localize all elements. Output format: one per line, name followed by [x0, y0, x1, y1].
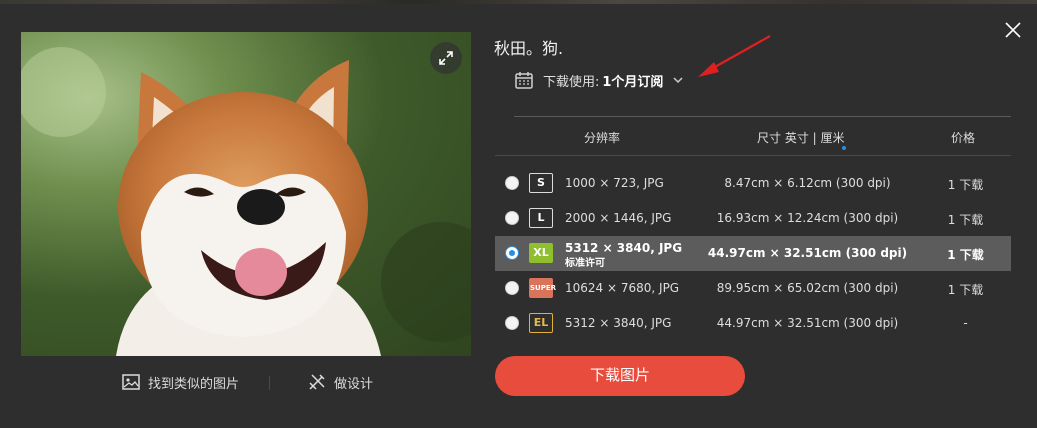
image-title: 秋田。狗.	[494, 39, 564, 58]
price-text: 1 下载	[947, 213, 984, 227]
photo-actions: 找到类似的图片 做设计	[21, 368, 471, 398]
size-badge: EL	[529, 313, 553, 333]
preview-photo	[21, 32, 471, 356]
license-label: 下载使用:	[543, 74, 600, 90]
radio-button[interactable]	[505, 211, 519, 225]
expand-arrows-icon	[439, 51, 453, 65]
unit-indicator	[842, 146, 846, 150]
radio-button[interactable]	[505, 316, 519, 330]
resolution-text: 2000 × 1446, JPG	[565, 211, 672, 225]
divider-header	[495, 155, 1011, 156]
price-text: 1 下载	[947, 248, 984, 262]
top-strip	[0, 0, 1037, 4]
download-image-button[interactable]: 下载图片	[495, 356, 745, 396]
size-options: S 1000 × 723, JPG 8.47cm × 6.12cm (300 d…	[495, 166, 1011, 341]
license-value: 1个月订阅	[602, 74, 664, 90]
design-button[interactable]: 做设计	[307, 372, 373, 392]
design-label: 做设计	[334, 376, 374, 392]
header-price: 价格	[951, 131, 976, 145]
resolution-text: 1000 × 723, JPG	[565, 176, 664, 190]
size-option-l[interactable]: L 2000 × 1446, JPG 16.93cm × 12.24cm (30…	[495, 201, 1011, 236]
dimensions-text: 16.93cm × 12.24cm (300 dpi)	[716, 211, 899, 225]
dimensions-text: 44.97cm × 32.51cm (300 dpi)	[716, 316, 899, 330]
size-option-super[interactable]: SUPER 10624 × 7680, JPG 89.95cm × 65.02c…	[495, 271, 1011, 306]
size-badge: L	[529, 208, 553, 228]
dog-illustration	[21, 47, 471, 356]
radio-button[interactable]	[505, 176, 519, 190]
resolution-text: 5312 × 3840, JPG	[565, 316, 672, 330]
find-similar-button[interactable]: 找到类似的图片	[121, 372, 239, 392]
radio-button-selected[interactable]	[505, 246, 519, 260]
size-badge: XL	[529, 243, 553, 263]
dimensions-text: 44.97cm × 32.51cm (300 dpi)	[707, 246, 908, 260]
dimensions-text: 8.47cm × 6.12cm (300 dpi)	[724, 176, 891, 190]
brush-ruler-icon	[309, 374, 325, 390]
table-header: 分辨率 尺寸 英寸 | 厘米 价格	[495, 118, 1011, 156]
header-resolution: 分辨率	[584, 131, 621, 145]
close-button[interactable]	[1001, 18, 1025, 42]
close-x-icon	[1005, 22, 1021, 38]
action-divider	[269, 376, 270, 390]
header-size[interactable]: 尺寸 英寸 | 厘米	[757, 129, 845, 146]
license-selector[interactable]: 下载使用: 1个月订阅	[514, 70, 684, 90]
price-text: 1 下载	[947, 283, 984, 297]
size-badge: S	[529, 173, 553, 193]
price-text: -	[963, 316, 968, 330]
annotation-arrow-icon	[698, 35, 771, 77]
size-option-xl[interactable]: XL 5312 × 3840, JPG 标准许可 44.97cm × 32.51…	[495, 236, 1011, 271]
calendar-icon	[515, 72, 533, 89]
find-similar-label: 找到类似的图片	[148, 376, 240, 392]
expand-button[interactable]	[430, 42, 462, 74]
resolution-text: 5312 × 3840, JPG	[565, 241, 683, 255]
radio-button[interactable]	[505, 281, 519, 295]
size-badge: SUPER	[529, 278, 556, 298]
dimensions-text: 89.95cm × 65.02cm (300 dpi)	[716, 281, 899, 295]
chevron-down-icon	[673, 77, 683, 84]
size-option-el[interactable]: EL 5312 × 3840, JPG 44.97cm × 32.51cm (3…	[495, 306, 1011, 341]
image-icon	[122, 374, 140, 390]
resolution-text: 10624 × 7680, JPG	[565, 281, 680, 295]
license-type-text: 标准许可	[565, 258, 605, 269]
price-text: 1 下载	[947, 178, 984, 192]
size-option-s[interactable]: S 1000 × 723, JPG 8.47cm × 6.12cm (300 d…	[495, 166, 1011, 201]
divider-top	[514, 116, 1011, 117]
